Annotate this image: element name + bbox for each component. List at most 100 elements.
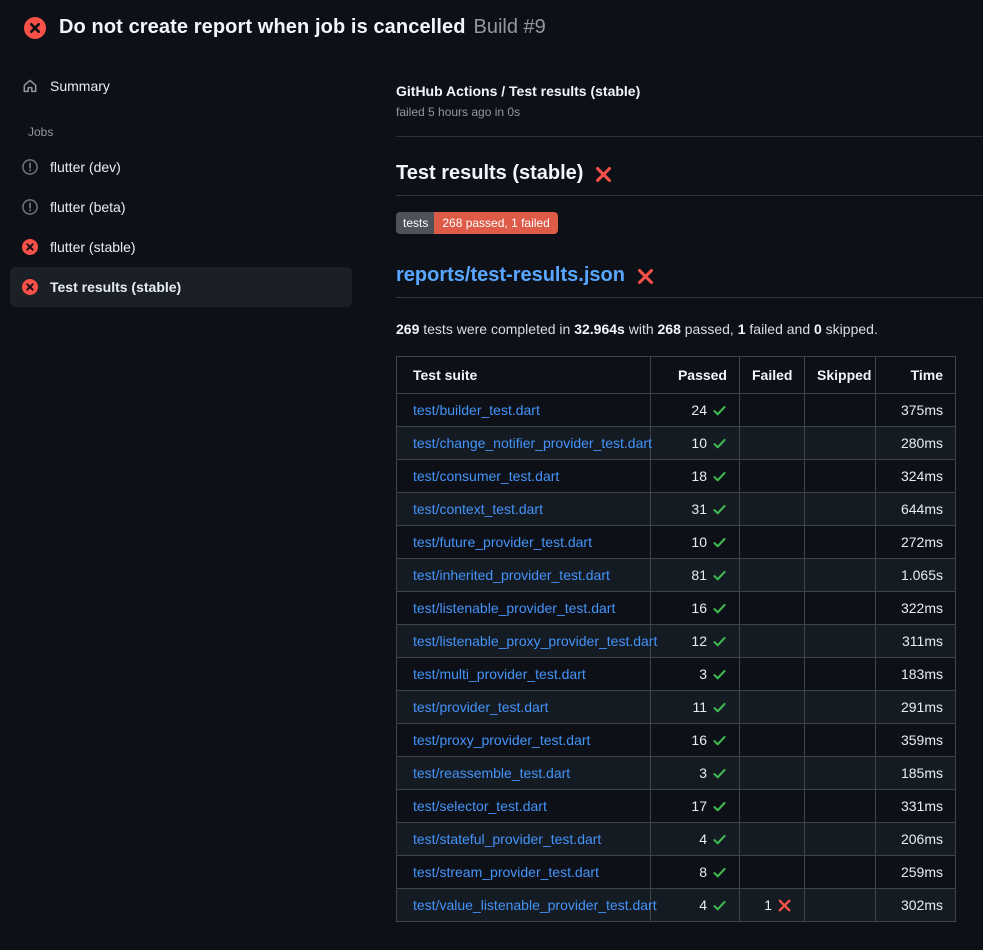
failed-cross-icon: [594, 165, 613, 184]
passed-cell: 3: [651, 757, 740, 790]
table-row: test/multi_provider_test.dart 3 183ms: [397, 658, 956, 691]
skipped-count: 0: [814, 321, 822, 337]
test-suite-link[interactable]: test/selector_test.dart: [413, 798, 547, 814]
test-suite-link[interactable]: test/value_listenable_provider_test.dart: [413, 897, 657, 913]
check-icon: [712, 832, 727, 847]
test-suite-link[interactable]: test/consumer_test.dart: [413, 468, 559, 484]
report-file-link[interactable]: reports/test-results.json: [396, 264, 625, 287]
skipped-cell: [805, 658, 876, 691]
home-icon: [22, 78, 38, 94]
skipped-cell: [805, 757, 876, 790]
check-icon: [712, 535, 727, 550]
time-cell: 324ms: [876, 460, 956, 493]
table-row: test/future_provider_test.dart 10 272ms: [397, 526, 956, 559]
summary-text: with: [625, 321, 658, 337]
table-row: test/listenable_provider_test.dart 16 32…: [397, 592, 956, 625]
skipped-cell: [805, 724, 876, 757]
passed-cell: 81: [651, 559, 740, 592]
test-suite-link[interactable]: test/listenable_provider_test.dart: [413, 600, 615, 616]
table-row: test/reassemble_test.dart 3 185ms: [397, 757, 956, 790]
test-suite-link[interactable]: test/inherited_provider_test.dart: [413, 567, 610, 583]
passed-cell: 31: [651, 493, 740, 526]
failed-count: 1: [738, 321, 746, 337]
column-header-time: Time: [876, 357, 956, 394]
check-icon: [712, 403, 727, 418]
test-suite-link[interactable]: test/provider_test.dart: [413, 699, 548, 715]
passed-cell: 10: [651, 526, 740, 559]
skipped-cell: [805, 493, 876, 526]
passed-value: 18: [691, 466, 707, 486]
failed-cell: [740, 493, 805, 526]
test-suite-link[interactable]: test/proxy_provider_test.dart: [413, 732, 590, 748]
time-cell: 206ms: [876, 823, 956, 856]
test-suite-link[interactable]: test/context_test.dart: [413, 501, 543, 517]
failed-cell: [740, 427, 805, 460]
time-cell: 644ms: [876, 493, 956, 526]
failed-status-circle-icon: [24, 17, 46, 39]
summary-text: failed and: [746, 321, 815, 337]
tests-status-badge[interactable]: tests 268 passed, 1 failed: [396, 212, 558, 234]
failed-cell: [740, 823, 805, 856]
run-status-line: failed 5 hours ago in 0s: [396, 105, 983, 119]
time-cell: 1.065s: [876, 559, 956, 592]
check-icon: [712, 502, 727, 517]
sidebar-item-test-results-stable[interactable]: Test results (stable): [10, 267, 352, 307]
run-title: Do not create report when job is cancell…: [59, 16, 466, 38]
breadcrumb: GitHub Actions / Test results (stable): [396, 83, 983, 99]
test-suite-link[interactable]: test/stream_provider_test.dart: [413, 864, 599, 880]
build-number: Build #9: [474, 16, 546, 38]
test-suite-link[interactable]: test/reassemble_test.dart: [413, 765, 570, 781]
skipped-cell: [805, 889, 876, 922]
skipped-cell: [805, 460, 876, 493]
time-cell: 311ms: [876, 625, 956, 658]
alert-circle-icon: [22, 159, 38, 175]
skipped-cell: [805, 526, 876, 559]
check-icon: [712, 766, 727, 781]
test-suite-link[interactable]: test/multi_provider_test.dart: [413, 666, 586, 682]
failed-cell: [740, 592, 805, 625]
skipped-cell: [805, 625, 876, 658]
failed-cell: [740, 460, 805, 493]
passed-value: 31: [691, 499, 707, 519]
test-suite-link[interactable]: test/future_provider_test.dart: [413, 534, 592, 550]
summary-label: Summary: [50, 78, 110, 94]
column-header-failed: Failed: [740, 357, 805, 394]
x-circle-icon: [22, 239, 38, 255]
jobs-section-label: Jobs: [28, 125, 380, 139]
run-header: Do not create report when job is cancell…: [0, 0, 983, 51]
skipped-cell: [805, 427, 876, 460]
skipped-cell: [805, 823, 876, 856]
table-row: test/builder_test.dart 24 375ms: [397, 394, 956, 427]
time-cell: 302ms: [876, 889, 956, 922]
passed-cell: 11: [651, 691, 740, 724]
failed-cell: [740, 559, 805, 592]
passed-value: 8: [699, 862, 707, 882]
table-row: test/context_test.dart 31 644ms: [397, 493, 956, 526]
passed-cell: 12: [651, 625, 740, 658]
time-cell: 331ms: [876, 790, 956, 823]
summary-text: tests were completed in: [419, 321, 574, 337]
passed-value: 3: [699, 763, 707, 783]
passed-cell: 16: [651, 724, 740, 757]
sidebar-item-flutter-stable[interactable]: flutter (stable): [10, 227, 352, 267]
table-row: test/inherited_provider_test.dart 81 1.0…: [397, 559, 956, 592]
test-suite-link[interactable]: test/listenable_proxy_provider_test.dart: [413, 633, 657, 649]
passed-value: 4: [699, 895, 707, 915]
sidebar-item-summary[interactable]: Summary: [10, 72, 352, 100]
passed-value: 17: [691, 796, 707, 816]
test-suite-link[interactable]: test/builder_test.dart: [413, 402, 540, 418]
passed-cell: 3: [651, 658, 740, 691]
passed-value: 24: [691, 400, 707, 420]
time-cell: 375ms: [876, 394, 956, 427]
sidebar-item-flutter-beta[interactable]: flutter (beta): [10, 187, 352, 227]
time-cell: 183ms: [876, 658, 956, 691]
column-header-test-suite: Test suite: [397, 357, 651, 394]
test-suite-link[interactable]: test/change_notifier_provider_test.dart: [413, 435, 652, 451]
passed-value: 11: [692, 697, 707, 717]
job-label: Test results (stable): [50, 277, 181, 297]
failed-cell: 1: [740, 889, 805, 922]
failed-cross-icon: [636, 267, 655, 286]
sidebar-item-flutter-dev[interactable]: flutter (dev): [10, 147, 352, 187]
test-suite-link[interactable]: test/stateful_provider_test.dart: [413, 831, 601, 847]
divider: [396, 136, 983, 137]
